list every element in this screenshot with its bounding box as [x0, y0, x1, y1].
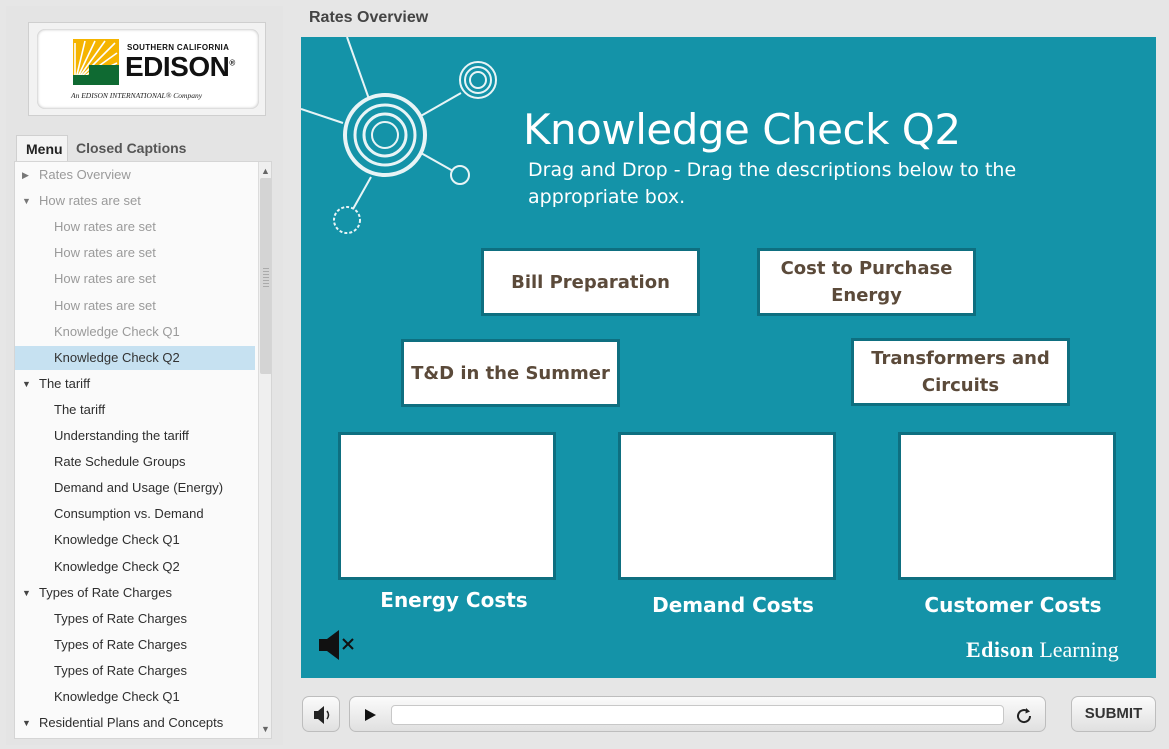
- menu-item-label: Understanding the tariff: [54, 428, 189, 443]
- menu-item[interactable]: How rates are set: [15, 241, 255, 265]
- menu-item[interactable]: Knowledge Check Q1: [15, 685, 255, 709]
- menu-item[interactable]: Types of Rate Charges: [15, 607, 255, 631]
- menu-item[interactable]: ▼ Types of Rate Charges: [15, 581, 255, 605]
- menu-item[interactable]: ▶ Rates Overview: [15, 163, 255, 187]
- menu-item[interactable]: ▼ The tariff: [15, 372, 255, 396]
- menu-item[interactable]: ▼ Residential Plans and Concepts: [15, 711, 255, 735]
- menu-item-label: The tariff: [39, 375, 91, 391]
- drop-target-customer-costs[interactable]: [898, 432, 1116, 580]
- menu-item[interactable]: ▼ How rates are set: [15, 189, 255, 213]
- menu-item[interactable]: Rate Schedule Groups: [15, 450, 255, 474]
- menu-item-label: Types of Rate Charges: [54, 636, 187, 652]
- replay-icon[interactable]: [1013, 705, 1035, 727]
- menu-item[interactable]: Knowledge Check Q2: [15, 345, 255, 370]
- expanded-arrow-icon[interactable]: ▼: [22, 711, 31, 735]
- menu-item[interactable]: Types of Rate Charges: [15, 659, 255, 683]
- logo-frame: SOUTHERN CALIFORNIA EDISON® An EDISON IN…: [28, 22, 266, 116]
- menu-item-label: How rates are set: [54, 271, 156, 287]
- playback-controls: [349, 696, 1046, 732]
- drag-item-cost-to-purchase-energy[interactable]: Cost to Purchase Energy: [757, 248, 976, 316]
- menu-item-label: Types of Rate Charges: [54, 610, 187, 626]
- menu-item-label: Consumption vs. Demand: [54, 506, 204, 522]
- expanded-arrow-icon[interactable]: ▼: [22, 372, 31, 396]
- edison-logo: SOUTHERN CALIFORNIA EDISON® An EDISON IN…: [37, 29, 259, 109]
- tab-menu[interactable]: Menu: [16, 135, 68, 161]
- menu-item-label: Rates Overview: [39, 167, 131, 182]
- menu-item[interactable]: How rates are set: [15, 294, 255, 318]
- drop-label-demand-costs: Demand Costs: [652, 593, 814, 617]
- expanded-arrow-icon[interactable]: ▼: [22, 581, 31, 605]
- menu-item-label: Knowledge Check Q1: [54, 689, 180, 704]
- menu-item-label: Knowledge Check Q2: [54, 558, 180, 574]
- scroll-up-icon[interactable]: ▲: [259, 164, 271, 178]
- menu-item-label: Rate Schedule Groups: [54, 454, 186, 470]
- logo-text-main: EDISON®: [125, 51, 235, 82]
- menu-item-label: Residential Plans and Concepts: [39, 715, 224, 731]
- menu-item[interactable]: How rates are set: [15, 267, 255, 291]
- drop-target-demand-costs[interactable]: [618, 432, 836, 580]
- menu-item[interactable]: Understanding the tariff: [15, 424, 255, 448]
- drag-item-bill-preparation[interactable]: Bill Preparation: [481, 248, 700, 316]
- menu-item-label: Knowledge Check Q2: [54, 349, 180, 365]
- speaker-icon: [314, 706, 330, 724]
- menu-list: ▶ Rates Overview ▼ How rates are set How rat…: [14, 161, 272, 739]
- menu-item-label: Types of Rate Charges: [39, 584, 172, 600]
- drop-target-energy-costs[interactable]: [338, 432, 556, 580]
- menu-item[interactable]: Demand and Usage (Energy): [15, 476, 255, 500]
- menu-item-label: Types of Rate Charges: [54, 662, 187, 678]
- volume-button[interactable]: [302, 696, 340, 732]
- speaker-muted-icon[interactable]: [317, 628, 357, 662]
- slide-title: Knowledge Check Q2: [523, 105, 961, 154]
- menu-scrollbar[interactable]: ▲ ▼: [258, 162, 271, 738]
- menu-item[interactable]: The tariff: [15, 398, 255, 422]
- scroll-down-icon[interactable]: ▼: [259, 722, 271, 736]
- menu-item[interactable]: Knowledge Check Q1: [15, 528, 255, 552]
- slide-canvas: Knowledge Check Q2 Drag and Drop - Drag …: [301, 37, 1156, 678]
- collapsed-arrow-icon[interactable]: ▶: [22, 163, 29, 187]
- slide-instructions: Drag and Drop - Drag the descriptions be…: [528, 159, 1017, 208]
- menu-item-label: Knowledge Check Q1: [54, 532, 180, 548]
- menu-item-label: The tariff: [54, 401, 106, 417]
- menu-item-label: How rates are set: [54, 297, 156, 313]
- scroll-thumb[interactable]: [260, 178, 271, 374]
- drop-label-customer-costs: Customer Costs: [924, 593, 1102, 617]
- menu-item-label: Demand and Usage (Energy): [54, 480, 224, 496]
- menu-item-label: How rates are set: [54, 219, 156, 235]
- decorative-rings-icon: [301, 37, 497, 234]
- drag-item-transformers-circuits[interactable]: Transformers and Circuits: [851, 338, 1070, 406]
- menu-item[interactable]: Knowledge Check Q1: [15, 320, 255, 344]
- tab-closed-captions[interactable]: Closed Captions: [76, 140, 186, 156]
- edison-learning-logo: Edison Learning: [966, 637, 1119, 662]
- menu-item-label: Knowledge Check Q1: [54, 323, 180, 339]
- play-icon[interactable]: [362, 706, 378, 724]
- edison-sun-icon: [73, 39, 119, 85]
- progress-bar[interactable]: [391, 705, 1004, 725]
- drop-label-energy-costs: Energy Costs: [380, 588, 528, 612]
- logo-text-bottom: An EDISON INTERNATIONAL® Company: [71, 91, 203, 100]
- menu-item[interactable]: Types of Rate Charges: [15, 633, 255, 657]
- scroll-grip: [263, 268, 269, 288]
- expanded-arrow-icon[interactable]: ▼: [22, 189, 31, 213]
- page-title: Rates Overview: [309, 9, 429, 26]
- submit-button[interactable]: SUBMIT: [1071, 696, 1156, 732]
- menu-item-label: How rates are set: [54, 245, 156, 261]
- menu-item[interactable]: Knowledge Check Q2: [15, 555, 255, 579]
- menu-item[interactable]: How rates are set: [15, 215, 255, 239]
- menu-item[interactable]: Consumption vs. Demand: [15, 502, 255, 526]
- menu-item-label: How rates are set: [39, 193, 141, 209]
- drag-item-td-summer[interactable]: T&D in the Summer: [401, 339, 620, 407]
